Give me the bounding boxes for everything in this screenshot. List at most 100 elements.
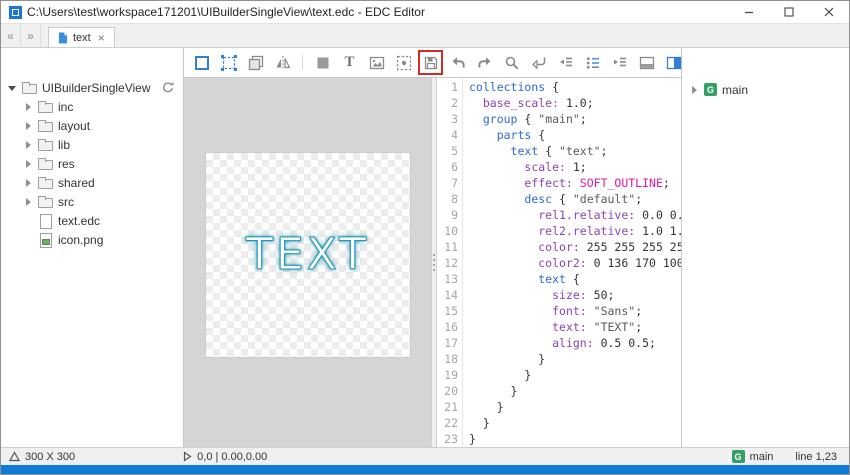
code-area[interactable]: collections { base_scale: 1.0; group { "… [463,78,681,447]
console-icon[interactable] [637,53,656,72]
code-line[interactable]: font: "Sans"; [469,303,681,319]
code-line[interactable]: } [469,383,681,399]
cursor-position-label: 0,0 | 0.00,0.00 [197,451,267,463]
code-line[interactable]: text { "text"; [469,143,681,159]
code-line[interactable]: } [469,367,681,383]
code-line[interactable]: collections { [469,79,681,95]
refresh-button[interactable] [161,80,176,95]
expander-right-icon[interactable] [24,102,33,111]
code-line[interactable]: group { "main"; [469,111,681,127]
undo-icon[interactable] [448,53,467,72]
expander-right-icon[interactable] [24,178,33,187]
code-line[interactable]: size: 50; [469,287,681,303]
current-group-status: G main [732,450,774,463]
code-line[interactable]: color: 255 255 255 255; [469,239,681,255]
code-line[interactable]: rel2.relative: 1.0 1.0; [469,223,681,239]
duplicate-icon[interactable] [246,53,265,72]
tree-item-label: shared [58,176,95,190]
tree-item-lib[interactable]: lib [1,135,183,154]
rect-part-icon[interactable] [313,53,332,72]
tree-item-label: UIBuilderSingleView [42,81,151,95]
cursor-position-status: 0,0 | 0.00,0.00 [183,451,267,463]
tree-item-layout[interactable]: layout [1,116,183,135]
minimize-button[interactable] [729,1,769,23]
tree-item-label: res [58,157,75,171]
maximize-button[interactable] [769,1,809,23]
expander-down-icon[interactable] [8,83,17,92]
expander-spacer [24,235,33,244]
line-number: 16 [437,319,458,335]
minimize-icon [744,7,754,17]
rect-outline-icon[interactable] [192,53,211,72]
code-line[interactable]: desc { "default"; [469,191,681,207]
code-editor[interactable]: 1234567891011121314151617181920212223 co… [437,78,681,447]
split-view-icon[interactable] [664,53,683,72]
file-tree: UIBuilderSingleView inclayoutlib res shared… [1,78,183,249]
mirror-icon[interactable] [273,53,292,72]
swallow-part-icon[interactable] [394,53,413,72]
code-line[interactable]: base_scale: 1.0; [469,95,681,111]
line-number: 20 [437,383,458,399]
line-number: 22 [437,415,458,431]
window-controls [729,1,849,23]
tree-item-label: text.edc [58,214,100,228]
view-size-label: 300 X 300 [25,451,75,463]
line-numbers-icon[interactable] [583,53,602,72]
line-info-label: line 1,23 [795,451,837,463]
line-number: 1 [437,79,458,95]
line-number: 17 [437,335,458,351]
folder-icon [38,122,53,132]
line-number: 11 [437,239,458,255]
tab-close-icon[interactable]: × [98,31,105,45]
expander-right-icon[interactable] [24,197,33,206]
navigator-item-main[interactable]: G main [682,80,849,99]
code-line[interactable]: text: "TEXT"; [469,319,681,335]
code-line[interactable]: text { [469,271,681,287]
expander-right-icon[interactable] [690,85,699,94]
close-button[interactable] [809,1,849,23]
dashed-select-icon[interactable] [219,53,238,72]
image-part-icon[interactable] [367,53,386,72]
expander-right-icon[interactable] [24,140,33,149]
tree-item-uibuildersingleview[interactable]: UIBuilderSingleView [1,78,183,97]
tree-item-inc[interactable]: inc [1,97,183,116]
folder-icon [38,179,53,189]
save-icon[interactable] [421,53,440,72]
line-number: 7 [437,175,458,191]
code-line[interactable]: parts { [469,127,681,143]
code-line[interactable]: } [469,415,681,431]
code-line[interactable]: color2: 0 136 170 100; [469,255,681,271]
line-number: 19 [437,367,458,383]
tree-item-src[interactable]: src [1,192,183,211]
tree-item-icon-png[interactable]: icon.png [1,230,183,249]
expander-right-icon[interactable] [24,121,33,130]
tab-forward-button[interactable]: » [21,24,41,47]
line-number: 10 [437,223,458,239]
tree-item-text-edc[interactable]: text.edc [1,211,183,230]
tree-item-res[interactable]: res [1,154,183,173]
text-part-icon[interactable]: T [340,53,359,72]
indent-icon[interactable] [610,53,629,72]
code-line[interactable]: align: 0.5 0.5; [469,335,681,351]
code-line[interactable]: rel1.relative: 0.0 0.0; [469,207,681,223]
goto-line-icon[interactable] [529,53,548,72]
live-view-canvas[interactable]: TEXT [184,78,431,447]
line-number: 12 [437,255,458,271]
file-icon [38,214,53,227]
redo-icon[interactable] [475,53,494,72]
template-code-icon[interactable] [556,53,575,72]
code-line[interactable]: effect: SOFT_OUTLINE; [469,175,681,191]
line-number: 2 [437,95,458,111]
tab-back-button[interactable]: « [1,24,21,47]
expander-right-icon[interactable] [24,159,33,168]
find-icon[interactable] [502,53,521,72]
preview-checkerboard[interactable]: TEXT [205,152,411,358]
tab-text[interactable]: text × [48,27,115,47]
code-line[interactable]: } [469,351,681,367]
tree-item-shared[interactable]: shared [1,173,183,192]
code-line[interactable]: } [469,431,681,447]
toolbar: T [184,48,681,77]
expander-spacer [24,216,33,225]
code-line[interactable]: } [469,399,681,415]
code-line[interactable]: scale: 1; [469,159,681,175]
